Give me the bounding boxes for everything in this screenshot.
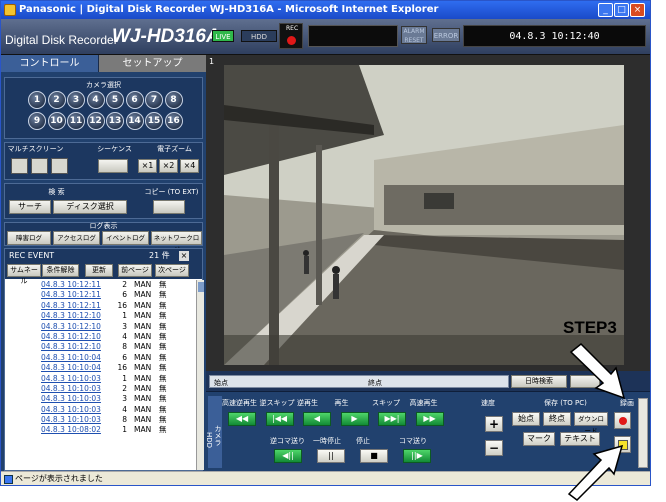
annotation-arrows xyxy=(567,342,626,501)
arrow-to-record-icon xyxy=(569,342,626,400)
arrow-to-stop-icon xyxy=(567,444,624,501)
screenshot: Panasonic | Digital Disk Recorder WJ-HD3… xyxy=(0,0,666,502)
